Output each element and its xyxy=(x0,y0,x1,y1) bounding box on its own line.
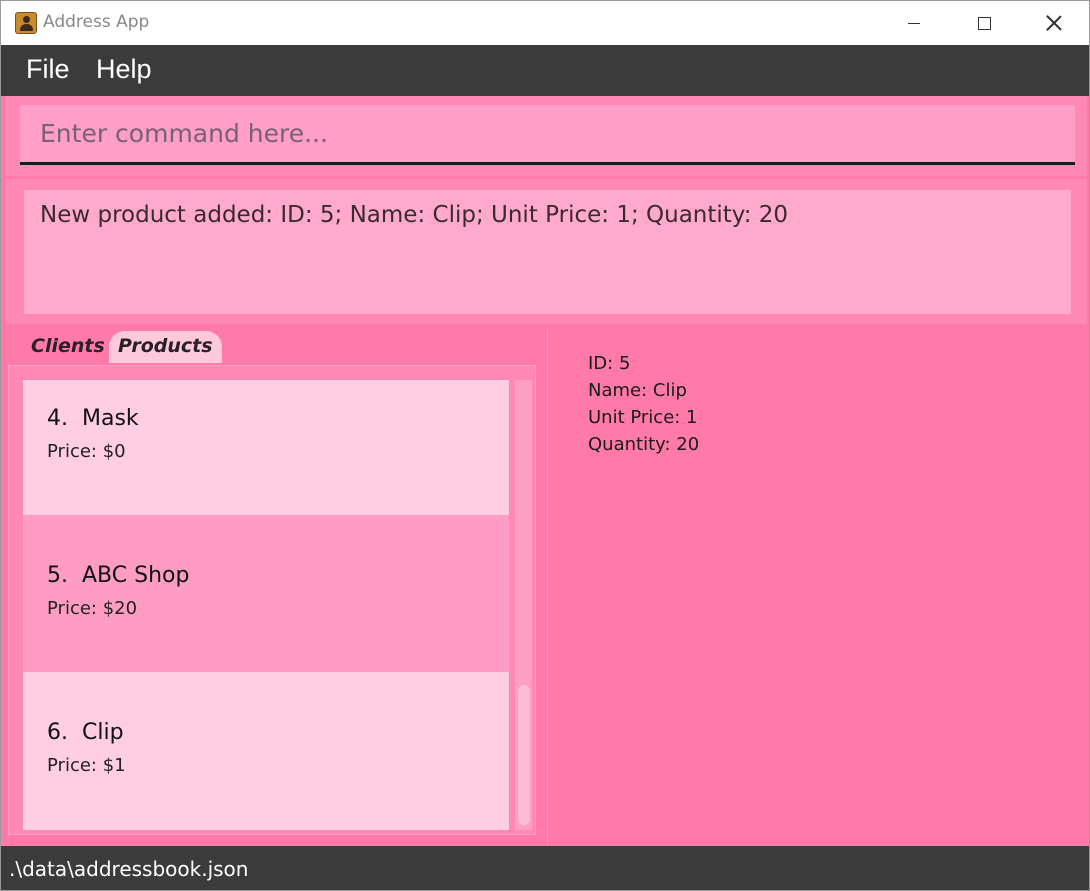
product-price: Price: $20 xyxy=(47,598,138,619)
maximize-icon xyxy=(977,16,991,30)
product-price: Price: $1 xyxy=(47,755,126,776)
scrollbar-thumb[interactable] xyxy=(518,685,530,825)
menu-file[interactable]: File xyxy=(26,54,70,85)
list-scrollbar[interactable] xyxy=(515,380,532,830)
product-index: 6. xyxy=(47,720,68,745)
product-price: Price: $0 xyxy=(47,441,126,462)
close-button[interactable] xyxy=(1019,1,1089,45)
product-list-viewport[interactable]: 4. Mask Price: $0 5. ABC Shop Price: $20… xyxy=(23,380,509,830)
result-display: New product added: ID: 5; Name: Clip; Un… xyxy=(5,179,1087,324)
address-book-icon xyxy=(15,12,37,34)
close-icon xyxy=(1046,15,1062,31)
menu-help[interactable]: Help xyxy=(96,54,152,85)
app-window: Address App File Help New product added:… xyxy=(0,0,1090,891)
product-list: 4. Mask Price: $0 5. ABC Shop Price: $20… xyxy=(8,365,536,835)
tab-clients[interactable]: Clients xyxy=(23,331,113,363)
product-name: Clip xyxy=(82,720,124,745)
detail-unit-price: Unit Price: 1 xyxy=(588,407,698,428)
list-item[interactable]: 4. Mask Price: $0 xyxy=(23,380,509,515)
minimize-button[interactable] xyxy=(879,1,949,45)
list-item[interactable]: 6. Clip Price: $1 xyxy=(23,672,509,830)
menu-bar: File Help xyxy=(1,45,1089,96)
detail-quantity: Quantity: 20 xyxy=(588,434,700,455)
detail-name: Name: Clip xyxy=(588,380,687,401)
tab-products[interactable]: Products xyxy=(109,331,222,363)
status-bar: .\data\addressbook.json xyxy=(1,846,1089,890)
command-box xyxy=(5,96,1087,176)
result-message: New product added: ID: 5; Name: Clip; Un… xyxy=(23,189,1072,315)
product-name: Mask xyxy=(82,406,139,431)
list-panel: Clients Products 4. Mask Price: $0 5. AB… xyxy=(5,327,548,846)
product-name: ABC Shop xyxy=(82,563,190,588)
detail-id: ID: 5 xyxy=(588,353,631,374)
product-index: 4. xyxy=(47,406,68,431)
product-index: 5. xyxy=(47,563,68,588)
title-bar[interactable]: Address App xyxy=(1,1,1089,45)
detail-panel: ID: 5 Name: Clip Unit Price: 1 Quantity:… xyxy=(550,327,1087,846)
save-location: .\data\addressbook.json xyxy=(9,857,249,881)
list-item-selected[interactable]: 5. ABC Shop Price: $20 xyxy=(23,515,509,672)
maximize-button[interactable] xyxy=(949,1,1019,45)
window-title: Address App xyxy=(43,12,150,32)
minimize-icon xyxy=(908,22,920,24)
command-input[interactable] xyxy=(20,105,1075,165)
